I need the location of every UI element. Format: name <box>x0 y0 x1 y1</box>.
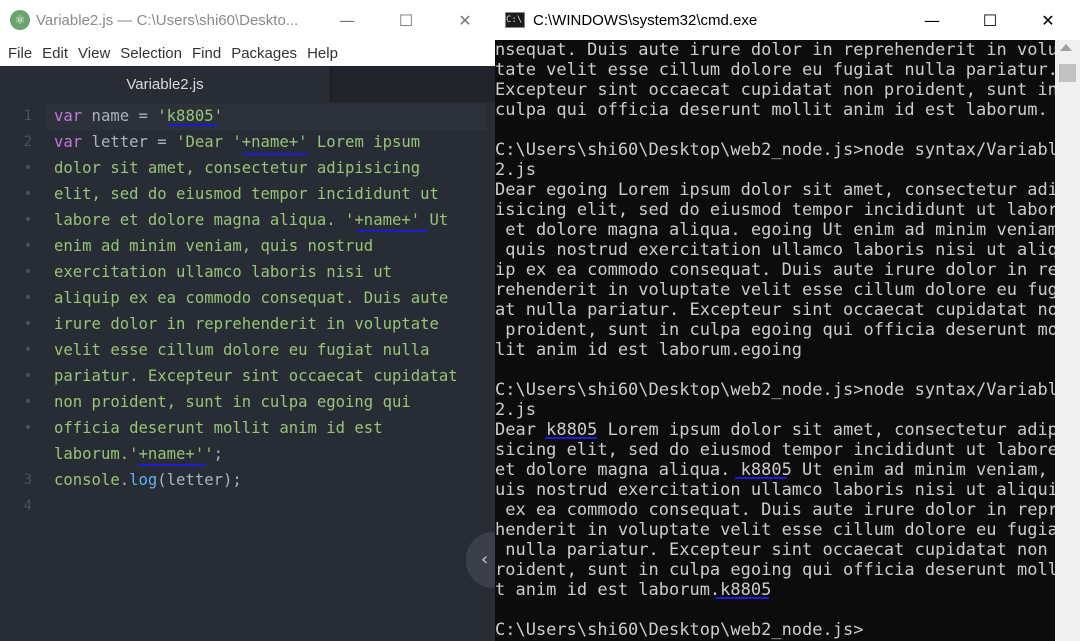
tab-variable2-js[interactable]: Variable2.js <box>0 66 331 102</box>
cmd-titlebar[interactable]: C:\ C:\WINDOWS\system32\cmd.exe — ☐ ✕ <box>495 0 1080 40</box>
line-number: 2 <box>23 134 32 150</box>
atom-window-title: Variable2.js — C:\Users\shi60\Deskto... <box>36 11 299 29</box>
line-number: • <box>23 342 32 358</box>
terminal-line: C:\Users\shi60\Desktop\web2_node.js> <box>495 620 864 640</box>
terminal-line: 2.js <box>495 160 536 180</box>
code-line: officia deserunt mollit anim id est <box>54 419 383 437</box>
code-line: elit, sed do eiusmod tempor incididunt u… <box>54 185 439 203</box>
terminal-line: nulla pariatur. Excepteur sint occaecat … <box>495 540 1069 560</box>
terminal-line: ip ex ea commodo consequat. Duis aute ir… <box>495 260 1069 280</box>
terminal-line: henderit in voluptate velit esse cillum … <box>495 520 1069 540</box>
menu-bar: File Edit View Selection Find Packages H… <box>0 40 495 66</box>
code-line: enim ad minim veniam, quis nostrud <box>54 237 374 255</box>
minimize-button[interactable]: — <box>324 0 370 40</box>
terminal-line: roident, sunt in culpa egoing qui offici… <box>495 560 1069 580</box>
vertical-scrollbar[interactable] <box>1055 40 1080 641</box>
atom-titlebar[interactable]: ⚛ Variable2.js — C:\Users\shi60\Deskto..… <box>0 0 495 40</box>
code-line: non proident, sunt in culpa egoing qui <box>54 393 411 411</box>
line-number-gutter: 1 2 • • • • • • • • • • • 3 4 <box>0 102 46 641</box>
code-line: exercitation ullamco laboris nisi ut <box>54 263 392 281</box>
code-line: aliquip ex ea commodo consequat. Duis au… <box>54 289 449 307</box>
annotation-underline <box>356 230 428 232</box>
line-number: • <box>23 264 32 280</box>
terminal-line: sicing elit, sed do eiusmod tempor incid… <box>495 440 1058 460</box>
code-line: console.log(letter); <box>54 471 242 489</box>
close-button[interactable]: ✕ <box>1025 0 1071 40</box>
terminal-line: proident, sunt in culpa egoing qui offic… <box>495 320 1069 340</box>
menu-find[interactable]: Find <box>192 45 221 62</box>
line-number: • <box>23 368 32 384</box>
terminal-line: isicing elit, sed do eiusmod tempor inci… <box>495 200 1069 220</box>
code-editor[interactable]: 1 2 • • • • • • • • • • • 3 4 var name =… <box>0 102 495 641</box>
line-number: • <box>23 212 32 228</box>
code-line: var letter = 'Dear '+name+' Lorem ipsum <box>54 133 421 151</box>
cmd-window: C:\ C:\WINDOWS\system32\cmd.exe — ☐ ✕ ns… <box>495 0 1080 641</box>
terminal-line: et dolore magna aliqua. egoing Ut enim a… <box>495 220 1069 240</box>
annotation-underline <box>138 464 206 466</box>
menu-packages[interactable]: Packages <box>231 45 297 62</box>
terminal-line: culpa qui officia deserunt mollit anim i… <box>495 100 1048 120</box>
menu-file[interactable]: File <box>8 45 32 62</box>
menu-view[interactable]: View <box>78 45 110 62</box>
terminal-line: 2.js <box>495 400 536 420</box>
annotation-underline <box>735 477 787 479</box>
maximize-button[interactable]: ☐ <box>383 0 429 40</box>
atom-editor-window: ⚛ Variable2.js — C:\Users\shi60\Deskto..… <box>0 0 495 641</box>
tab-bar: Variable2.js <box>0 66 495 102</box>
line-number: 1 <box>23 108 32 124</box>
terminal-line: C:\Users\shi60\Desktop\web2_node.js>node… <box>495 380 1069 400</box>
line-number: • <box>23 316 32 332</box>
chevron-left-icon[interactable]: ‹ <box>481 549 488 570</box>
line-number: • <box>23 160 32 176</box>
terminal-line: Dear egoing Lorem ipsum dolor sit amet, … <box>495 180 1069 200</box>
terminal-line: quis nostrud exercitation ullamco labori… <box>495 240 1069 260</box>
annotation-underline <box>243 153 308 155</box>
close-button[interactable]: ✕ <box>442 0 488 40</box>
minimize-button[interactable]: — <box>909 0 955 40</box>
line-number: • <box>23 238 32 254</box>
line-number: 3 <box>23 472 32 488</box>
atom-logo-icon: ⚛ <box>10 10 30 30</box>
annotation-underline <box>545 437 597 439</box>
menu-edit[interactable]: Edit <box>42 45 68 62</box>
menu-help[interactable]: Help <box>307 45 338 62</box>
cmd-window-title: C:\WINDOWS\system32\cmd.exe <box>533 11 758 29</box>
terminal-line: Excepteur sint occaecat cupidatat non pr… <box>495 80 1058 100</box>
terminal-line: lit anim id est laborum.egoing <box>495 340 803 360</box>
maximize-button[interactable]: ☐ <box>967 0 1013 40</box>
line-number: • <box>23 420 32 436</box>
scrollbar-thumb[interactable] <box>1059 64 1076 82</box>
terminal-line: uis nostrud exercitation ullamco laboris… <box>495 480 1069 500</box>
terminal-line: ex ea commodo consequat. Duis aute irure… <box>495 500 1069 520</box>
terminal-line: at nulla pariatur. Excepteur sint occaec… <box>495 300 1069 320</box>
line-number: • <box>23 290 32 306</box>
code-line: pariatur. Excepteur sint occaecat cupida… <box>54 367 458 385</box>
terminal-output[interactable]: nsequat. Duis aute irure dolor in repreh… <box>495 40 1068 641</box>
annotation-underline <box>715 597 769 599</box>
terminal-line: C:\Users\shi60\Desktop\web2_node.js>node… <box>495 140 1069 160</box>
line-number: • <box>23 394 32 410</box>
code-line: velit esse cillum dolore eu fugiat nulla <box>54 341 430 359</box>
line-number: • <box>23 186 32 202</box>
cmd-prompt-icon: C:\ <box>505 12 525 28</box>
scroll-up-arrow-icon[interactable] <box>1060 44 1072 51</box>
line-number: 4 <box>23 498 32 514</box>
annotation-underline <box>168 124 218 126</box>
code-line: dolor sit amet, consectetur adipisicing <box>54 159 421 177</box>
code-line: irure dolor in reprehenderit in voluptat… <box>54 315 439 333</box>
terminal-line: tate velit esse cillum dolore eu fugiat … <box>495 60 1058 80</box>
menu-selection[interactable]: Selection <box>120 45 182 62</box>
terminal-line: nsequat. Duis aute irure dolor in repreh… <box>495 40 1069 60</box>
terminal-line: rehenderit in voluptate velit esse cillu… <box>495 280 1069 300</box>
